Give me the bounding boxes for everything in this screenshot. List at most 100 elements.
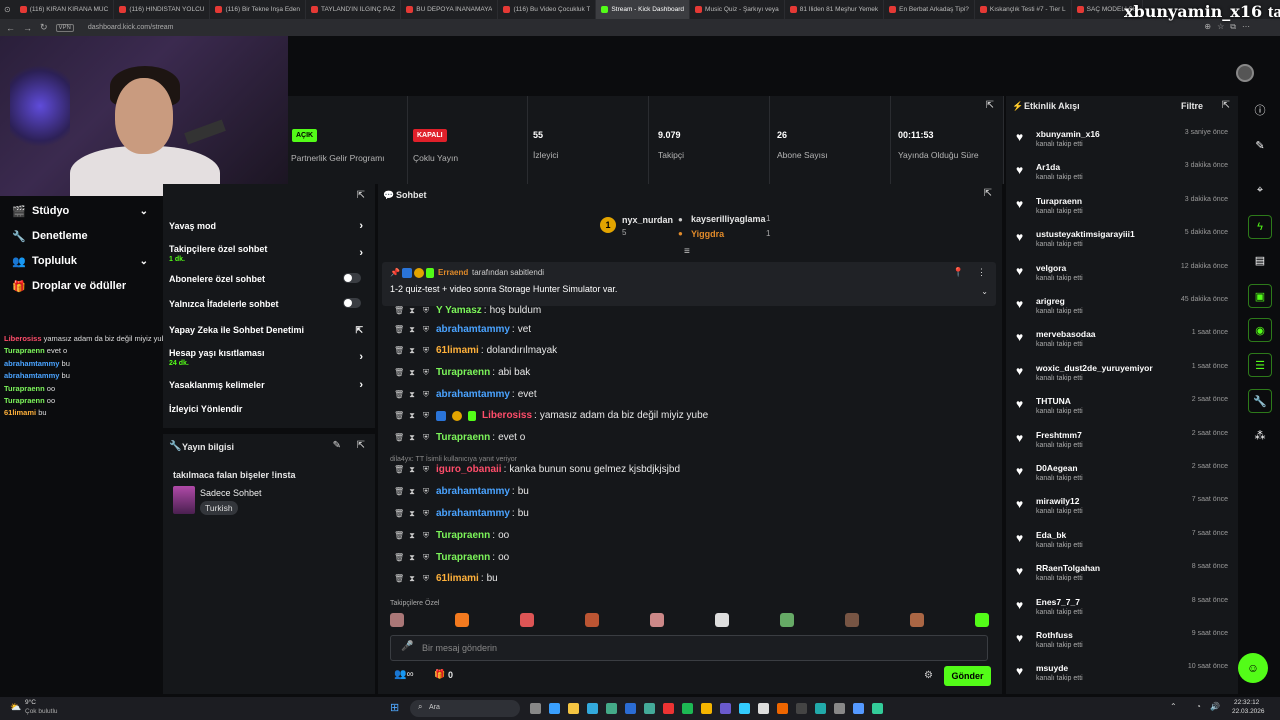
taskbar-app-icon[interactable] bbox=[872, 703, 883, 714]
ban-icon[interactable]: ⛨ bbox=[422, 433, 430, 443]
pinned-by-user[interactable]: Erraend bbox=[438, 268, 468, 277]
taskbar-app-icon[interactable] bbox=[606, 703, 617, 714]
trash-icon[interactable]: 🗑 bbox=[394, 509, 404, 518]
weather-icon[interactable]: ⛅ bbox=[10, 702, 21, 713]
chevron-down-icon[interactable]: ⌄ bbox=[140, 256, 148, 267]
toggle-switch[interactable] bbox=[343, 298, 361, 308]
chat-username[interactable]: iguro_obanaii bbox=[436, 464, 502, 475]
emote-icon[interactable] bbox=[390, 613, 404, 627]
trash-icon[interactable]: 🗑 bbox=[394, 368, 404, 377]
chat-icon[interactable]: ▣ bbox=[1248, 284, 1272, 308]
extensions-icon[interactable]: ⧉ bbox=[1230, 22, 1236, 32]
pencil-icon[interactable]: ✎ bbox=[1248, 133, 1272, 157]
wifi-icon[interactable]: ◔ bbox=[1196, 702, 1201, 711]
emote-icon[interactable] bbox=[520, 613, 534, 627]
taskbar-app-icon[interactable] bbox=[720, 703, 731, 714]
taskbar-app-icon[interactable] bbox=[625, 703, 636, 714]
sidebar-item[interactable]: 👥 Topluluk ⌄ bbox=[0, 250, 162, 272]
taskbar-app-icon[interactable] bbox=[568, 703, 579, 714]
chat-username[interactable]: 61limami bbox=[436, 573, 479, 584]
taskbar-app-icon[interactable] bbox=[777, 703, 788, 714]
back-icon[interactable]: ← bbox=[6, 23, 15, 33]
chat-setting-row[interactable]: İzleyici Yönlendir bbox=[169, 404, 369, 414]
taskbar-app-icon[interactable] bbox=[796, 703, 807, 714]
chat-username[interactable]: Turapraenn bbox=[436, 552, 490, 563]
trash-icon[interactable]: 🗑 bbox=[394, 325, 404, 334]
broadcast-icon[interactable]: ◉ bbox=[1248, 318, 1272, 342]
browser-tab[interactable]: (116) HİNDİSTAN YOLCU bbox=[114, 0, 211, 19]
clipboard-icon[interactable]: ▤ bbox=[1248, 248, 1272, 272]
ban-icon[interactable]: ⛨ bbox=[422, 574, 430, 584]
taskbar-app-icon[interactable] bbox=[758, 703, 769, 714]
filter-button[interactable]: Filtre bbox=[1181, 101, 1203, 111]
browser-tab[interactable]: Music Quiz - Şarkıyı veya bbox=[690, 0, 785, 19]
activity-username[interactable]: D0Aegean bbox=[1036, 463, 1078, 473]
browser-tab[interactable]: TAYLAND'IN İLGİNÇ PAZ bbox=[306, 0, 402, 19]
trash-icon[interactable]: 🗑 bbox=[394, 433, 404, 442]
timeout-icon[interactable]: ⧗ bbox=[408, 531, 416, 541]
vpn-badge[interactable]: VPN bbox=[55, 23, 74, 32]
taskbar-app-icon[interactable] bbox=[701, 703, 712, 714]
timeout-icon[interactable]: ⧗ bbox=[408, 553, 416, 563]
timeout-icon[interactable]: ⧗ bbox=[408, 487, 416, 497]
chevron-right-icon[interactable]: › bbox=[359, 247, 363, 259]
popout-icon[interactable]: ⇱ bbox=[357, 440, 365, 451]
chat-setting-row[interactable]: Yasaklanmış kelimeler › bbox=[169, 379, 369, 391]
activity-username[interactable]: THTUNA bbox=[1036, 396, 1071, 406]
timeout-icon[interactable]: ⧗ bbox=[408, 306, 416, 316]
ban-icon[interactable]: ⛨ bbox=[422, 509, 430, 519]
zoom-icon[interactable]: ⊕ bbox=[1204, 22, 1211, 32]
timeout-icon[interactable]: ⧗ bbox=[408, 325, 416, 335]
target-icon[interactable]: ⌖ bbox=[1248, 178, 1272, 202]
activity-username[interactable]: xbunyamin_x16 bbox=[1036, 129, 1100, 139]
list-icon[interactable]: ☰ bbox=[1248, 353, 1272, 377]
emote-icon[interactable] bbox=[585, 613, 599, 627]
microphone-icon[interactable]: 🎤 bbox=[401, 641, 413, 652]
browser-tab[interactable]: Stream - Kick Dashboard bbox=[596, 0, 691, 19]
info-icon[interactable]: ⓘ bbox=[1248, 98, 1272, 122]
gear-icon[interactable]: ⚙ bbox=[924, 670, 933, 681]
taskbar-app-icon[interactable] bbox=[682, 703, 693, 714]
timeout-icon[interactable]: ⧗ bbox=[408, 465, 416, 475]
send-button[interactable]: Gönder bbox=[944, 666, 991, 686]
windows-start-icon[interactable]: ⊞ bbox=[390, 701, 399, 714]
trash-icon[interactable]: 🗑 bbox=[394, 574, 404, 583]
wrench-icon[interactable]: 🔧 bbox=[1248, 389, 1272, 413]
browser-tab[interactable]: 81 İliden 81 Meşhur Yemek bbox=[785, 0, 885, 19]
browser-tab[interactable]: En Berbat Arkadaş Tipi? bbox=[884, 0, 975, 19]
trash-icon[interactable]: 🗑 bbox=[394, 553, 404, 562]
activity-username[interactable]: woxic_dust2de_yuruyemiyor bbox=[1036, 363, 1153, 373]
chat-username[interactable]: Turapraenn bbox=[436, 367, 490, 378]
emote-icon[interactable] bbox=[975, 613, 989, 627]
timeout-icon[interactable]: ⧗ bbox=[408, 346, 416, 356]
chat-setting-row[interactable]: Hesap yaşı kısıtlaması 24 dk. › bbox=[169, 348, 369, 367]
browser-tab[interactable]: (116) Bu Video Çocukluk T bbox=[498, 0, 597, 19]
chat-username[interactable]: abrahamtammy bbox=[436, 486, 510, 497]
profile-avatar[interactable] bbox=[1236, 64, 1254, 82]
edit-icon[interactable]: ✎ bbox=[333, 440, 341, 451]
taskbar-app-icon[interactable] bbox=[587, 703, 598, 714]
ban-icon[interactable]: ⛨ bbox=[422, 487, 430, 497]
taskbar-app-icon[interactable] bbox=[549, 703, 560, 714]
chat-username[interactable]: Y Yamasz bbox=[436, 305, 482, 316]
popout-icon[interactable]: ⇱ bbox=[357, 190, 365, 201]
star-icon[interactable]: ☆ bbox=[1217, 22, 1224, 32]
ban-icon[interactable]: ⛨ bbox=[422, 368, 430, 378]
gift-icon[interactable]: 🎁 bbox=[434, 669, 445, 680]
activity-username[interactable]: Rothfuss bbox=[1036, 630, 1073, 640]
ban-icon[interactable]: ⛨ bbox=[422, 411, 430, 421]
activity-username[interactable]: Ar1da bbox=[1036, 162, 1060, 172]
sidebar-item[interactable]: 🎬 Stüdyo ⌄ bbox=[0, 200, 162, 222]
chat-input[interactable]: 🎤 Bir mesaj gönderin bbox=[390, 635, 988, 661]
viewers-icon[interactable]: 👥∞ bbox=[394, 669, 414, 680]
menu-icon[interactable]: ⋯ bbox=[1242, 22, 1250, 32]
toggle-switch[interactable] bbox=[343, 273, 361, 283]
trash-icon[interactable]: 🗑 bbox=[394, 465, 404, 474]
people-icon[interactable]: ⁂ bbox=[1248, 423, 1272, 447]
chat-username[interactable]: Turapraenn bbox=[436, 432, 490, 443]
chat-username[interactable]: abrahamtammy bbox=[436, 508, 510, 519]
taskbar-app-icon[interactable] bbox=[853, 703, 864, 714]
timeout-icon[interactable]: ⧗ bbox=[408, 390, 416, 400]
emote-icon[interactable] bbox=[715, 613, 729, 627]
timeout-icon[interactable]: ⧗ bbox=[408, 411, 416, 421]
